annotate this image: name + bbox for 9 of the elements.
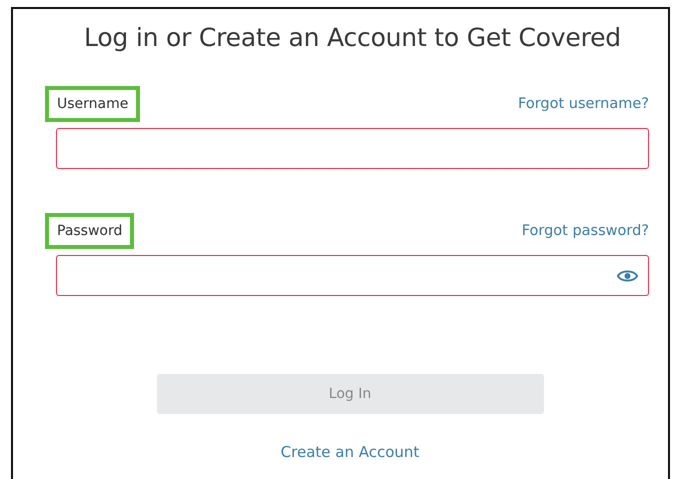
username-field[interactable] xyxy=(56,128,649,169)
page-title: Log in or Create an Account to Get Covered xyxy=(83,23,622,52)
password-field[interactable] xyxy=(56,255,649,296)
field-label: Username xyxy=(45,86,140,122)
forgot-link[interactable]: Forgot username? xyxy=(518,96,649,112)
create-account-link[interactable]: Create an Account xyxy=(280,443,420,461)
eye-icon[interactable] xyxy=(617,268,638,282)
forgot-link[interactable]: Forgot password? xyxy=(522,222,649,238)
field-label: Password xyxy=(45,212,134,248)
